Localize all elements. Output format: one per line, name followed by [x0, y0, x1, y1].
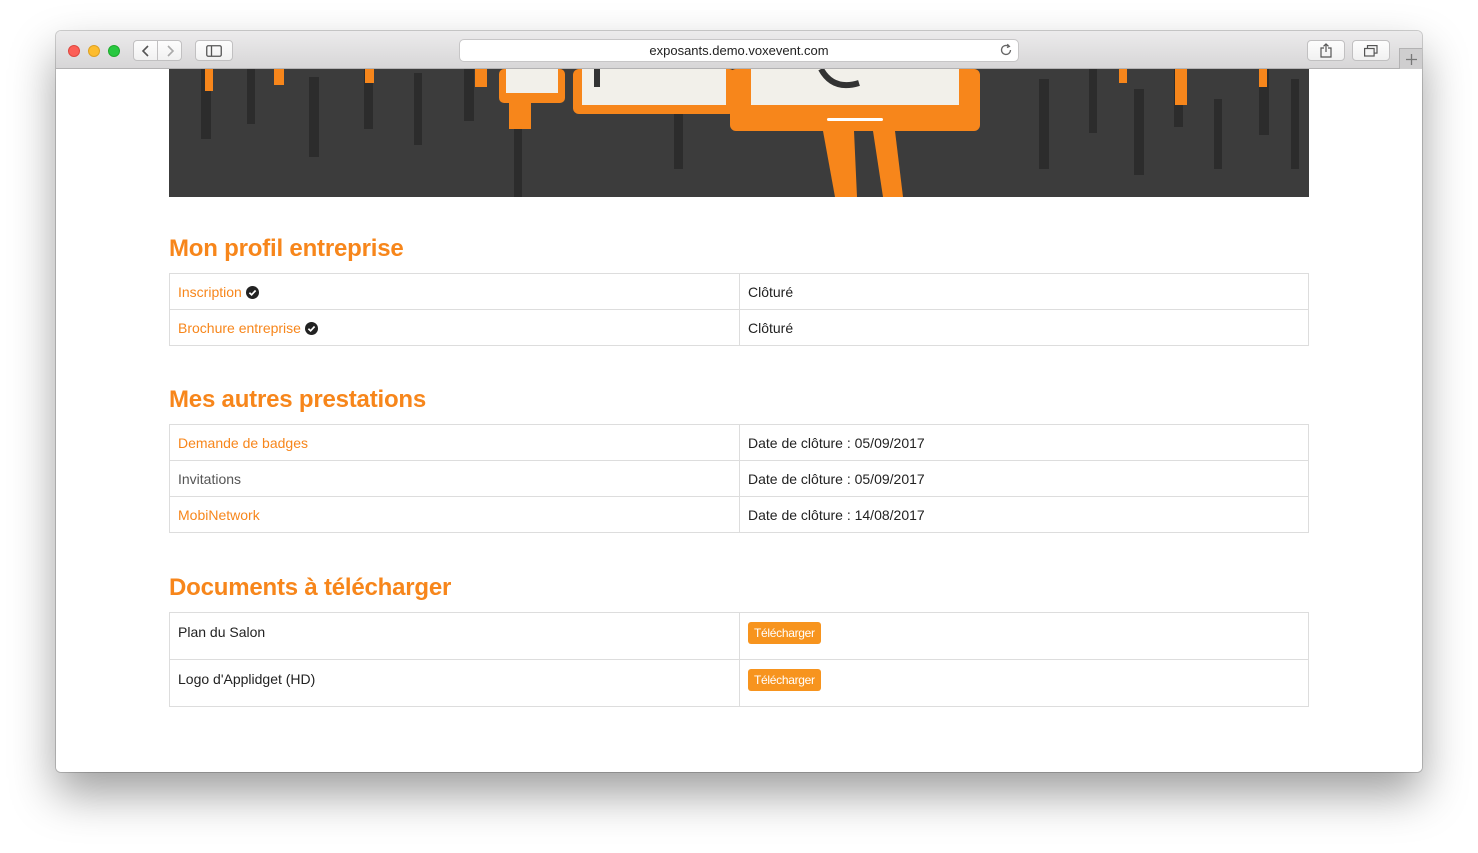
status-cell: Clôturé: [739, 273, 1309, 310]
document-name: Plan du Salon: [169, 612, 740, 660]
table-cell: Télécharger: [739, 659, 1309, 707]
table-cell: Demande de badges: [169, 424, 740, 461]
profile-table: Inscription Clôturé Brochure entreprise …: [169, 273, 1309, 346]
table-row: Plan du Salon Télécharger: [169, 612, 1309, 660]
download-button[interactable]: Télécharger: [748, 669, 821, 691]
reload-icon[interactable]: [999, 43, 1013, 57]
sidebar-icon: [206, 44, 222, 57]
url-text: exposants.demo.voxevent.com: [649, 43, 829, 58]
event-banner-image: [169, 69, 1309, 197]
table-cell: Télécharger: [739, 612, 1309, 660]
page-content: Mon profil entreprise Inscription Clôtur…: [56, 69, 1422, 772]
forward-button[interactable]: [157, 40, 182, 61]
table-cell: Brochure entreprise: [169, 309, 740, 346]
services-table: Demande de badges Date de clôture : 05/0…: [169, 424, 1309, 533]
table-row: Inscription Clôturé: [169, 273, 1309, 310]
chevron-right-icon: [166, 44, 174, 57]
documents-table: Plan du Salon Télécharger Logo d'Applidg…: [169, 612, 1309, 707]
check-circle-icon: [245, 285, 259, 299]
table-row: MobiNetwork Date de clôture : 14/08/2017: [169, 496, 1309, 533]
status-cell: Clôturé: [739, 309, 1309, 346]
download-button[interactable]: Télécharger: [748, 622, 821, 644]
browser-toolbar: exposants.demo.voxevent.com: [56, 31, 1422, 69]
check-circle-icon: [304, 321, 318, 335]
table-cell: Inscription: [169, 273, 740, 310]
browser-window: exposants.demo.voxevent.com Mon profil e…: [56, 31, 1422, 772]
section-title-documents: Documents à télécharger: [169, 574, 452, 601]
table-row: Invitations Date de clôture : 05/09/2017: [169, 460, 1309, 497]
tabs-icon: [1364, 44, 1378, 57]
badges-link[interactable]: Demande de badges: [178, 435, 308, 451]
sidebar-toggle-button[interactable]: [195, 40, 233, 61]
section-title-profile: Mon profil entreprise: [169, 235, 404, 262]
close-window-button[interactable]: [68, 45, 80, 57]
zoom-window-button[interactable]: [108, 45, 120, 57]
minimize-window-button[interactable]: [88, 45, 100, 57]
brochure-link[interactable]: Brochure entreprise: [178, 320, 301, 336]
table-row: Logo d'Applidget (HD) Télécharger: [169, 659, 1309, 707]
table-row: Brochure entreprise Clôturé: [169, 309, 1309, 346]
deadline-cell: Date de clôture : 14/08/2017: [739, 496, 1309, 533]
invitations-label: Invitations: [169, 460, 740, 497]
deadline-cell: Date de clôture : 05/09/2017: [739, 424, 1309, 461]
tabs-overview-button[interactable]: [1352, 40, 1390, 61]
chevron-left-icon: [141, 44, 149, 57]
section-title-services: Mes autres prestations: [169, 386, 427, 413]
new-tab-button[interactable]: [1399, 48, 1422, 69]
address-bar[interactable]: exposants.demo.voxevent.com: [459, 39, 1019, 62]
plus-icon: [1405, 53, 1417, 65]
deadline-cell: Date de clôture : 05/09/2017: [739, 460, 1309, 497]
crowd-illustration: [169, 69, 1309, 197]
share-icon: [1320, 43, 1332, 58]
share-button[interactable]: [1307, 40, 1345, 61]
table-cell: MobiNetwork: [169, 496, 740, 533]
table-row: Demande de badges Date de clôture : 05/0…: [169, 424, 1309, 461]
inscription-link[interactable]: Inscription: [178, 284, 242, 300]
back-button[interactable]: [133, 40, 158, 61]
mobinetwork-link[interactable]: MobiNetwork: [178, 507, 260, 523]
document-name: Logo d'Applidget (HD): [169, 659, 740, 707]
